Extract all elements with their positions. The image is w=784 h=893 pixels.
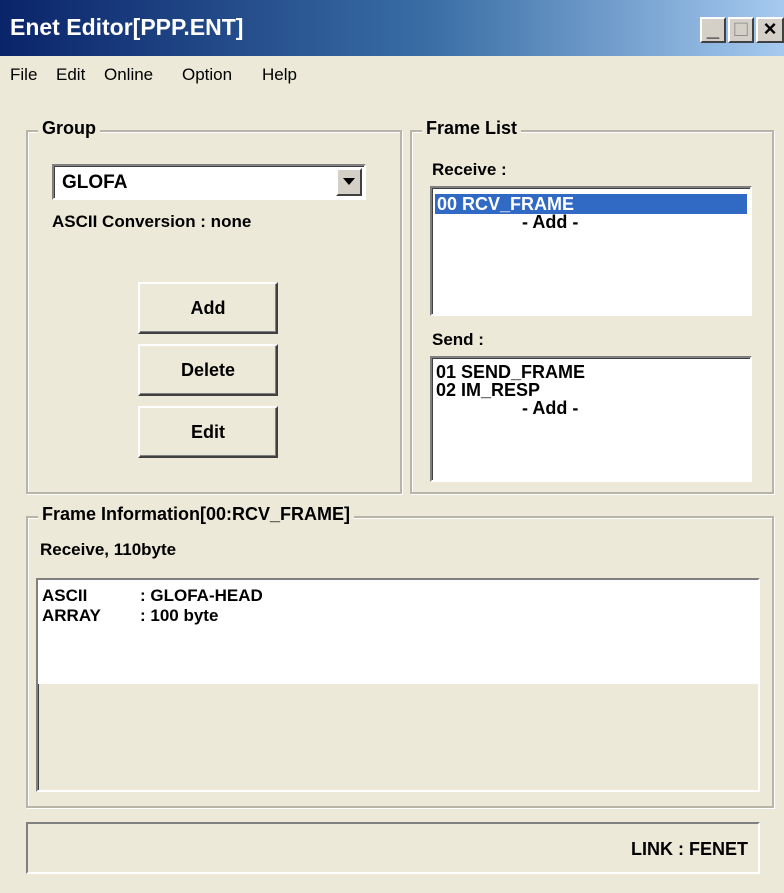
status-bar: LINK : FENET <box>26 822 760 874</box>
receive-label: Receive : <box>432 160 507 179</box>
info-value: : GLOFA-HEAD <box>140 586 263 605</box>
frame-info-content: ASCII : GLOFA-HEAD ARRAY : 100 byte <box>38 580 758 684</box>
window-title: Enet Editor[PPP.ENT] <box>10 14 244 40</box>
add-button[interactable]: Add <box>138 282 278 334</box>
frame-list-title: Frame List <box>422 118 522 139</box>
group-box-title: Group <box>38 118 100 139</box>
edit-button[interactable]: Edit <box>138 406 278 458</box>
menu-help[interactable]: Help <box>262 65 297 85</box>
list-item[interactable]: 00 RCV_FRAME <box>435 194 747 214</box>
frame-information-title: Frame Information[00:RCV_FRAME] <box>38 504 355 525</box>
info-key: ARRAY <box>42 606 101 625</box>
chevron-down-icon[interactable] <box>336 168 362 196</box>
info-key: ASCII <box>42 586 88 605</box>
frame-summary: Receive, 110byte <box>40 540 177 559</box>
group-select[interactable]: GLOFA <box>52 164 366 200</box>
send-list[interactable]: 01 SEND_FRAME 02 IM_RESP - Add - <box>430 356 752 482</box>
info-row-array: ARRAY : 100 byte <box>42 606 218 626</box>
menu-edit[interactable]: Edit <box>56 65 85 85</box>
info-value: : 100 byte <box>140 606 219 625</box>
title-bar[interactable]: Enet Editor[PPP.ENT] _ □ × <box>0 0 784 56</box>
list-item[interactable]: 01 SEND_FRAME <box>436 362 585 382</box>
frame-info-view[interactable]: ASCII : GLOFA-HEAD ARRAY : 100 byte <box>36 578 760 792</box>
minimize-button[interactable]: _ <box>700 17 726 43</box>
delete-button[interactable]: Delete <box>138 344 278 396</box>
info-row-ascii: ASCII : GLOFA-HEAD <box>42 586 263 606</box>
ascii-conversion-label: ASCII Conversion : none <box>52 212 252 231</box>
list-item-add[interactable]: - Add - <box>522 212 578 232</box>
menu-online[interactable]: Online <box>104 65 153 85</box>
receive-list[interactable]: 00 RCV_FRAME - Add - <box>430 186 752 316</box>
menu-file[interactable]: File <box>10 65 37 85</box>
group-select-value: GLOFA <box>62 172 128 193</box>
link-status: LINK : FENET <box>631 839 748 859</box>
send-label: Send : <box>432 330 484 349</box>
list-item[interactable]: 02 IM_RESP <box>436 380 540 400</box>
menu-option[interactable]: Option <box>182 65 232 85</box>
menu-bar: File Edit Online Option Help <box>0 56 784 94</box>
list-item-add[interactable]: - Add - <box>522 398 578 418</box>
enet-editor-window: Enet Editor[PPP.ENT] _ □ × File Edit Onl… <box>0 0 784 893</box>
close-button[interactable]: × <box>756 17 784 43</box>
maximize-button[interactable]: □ <box>728 17 754 43</box>
